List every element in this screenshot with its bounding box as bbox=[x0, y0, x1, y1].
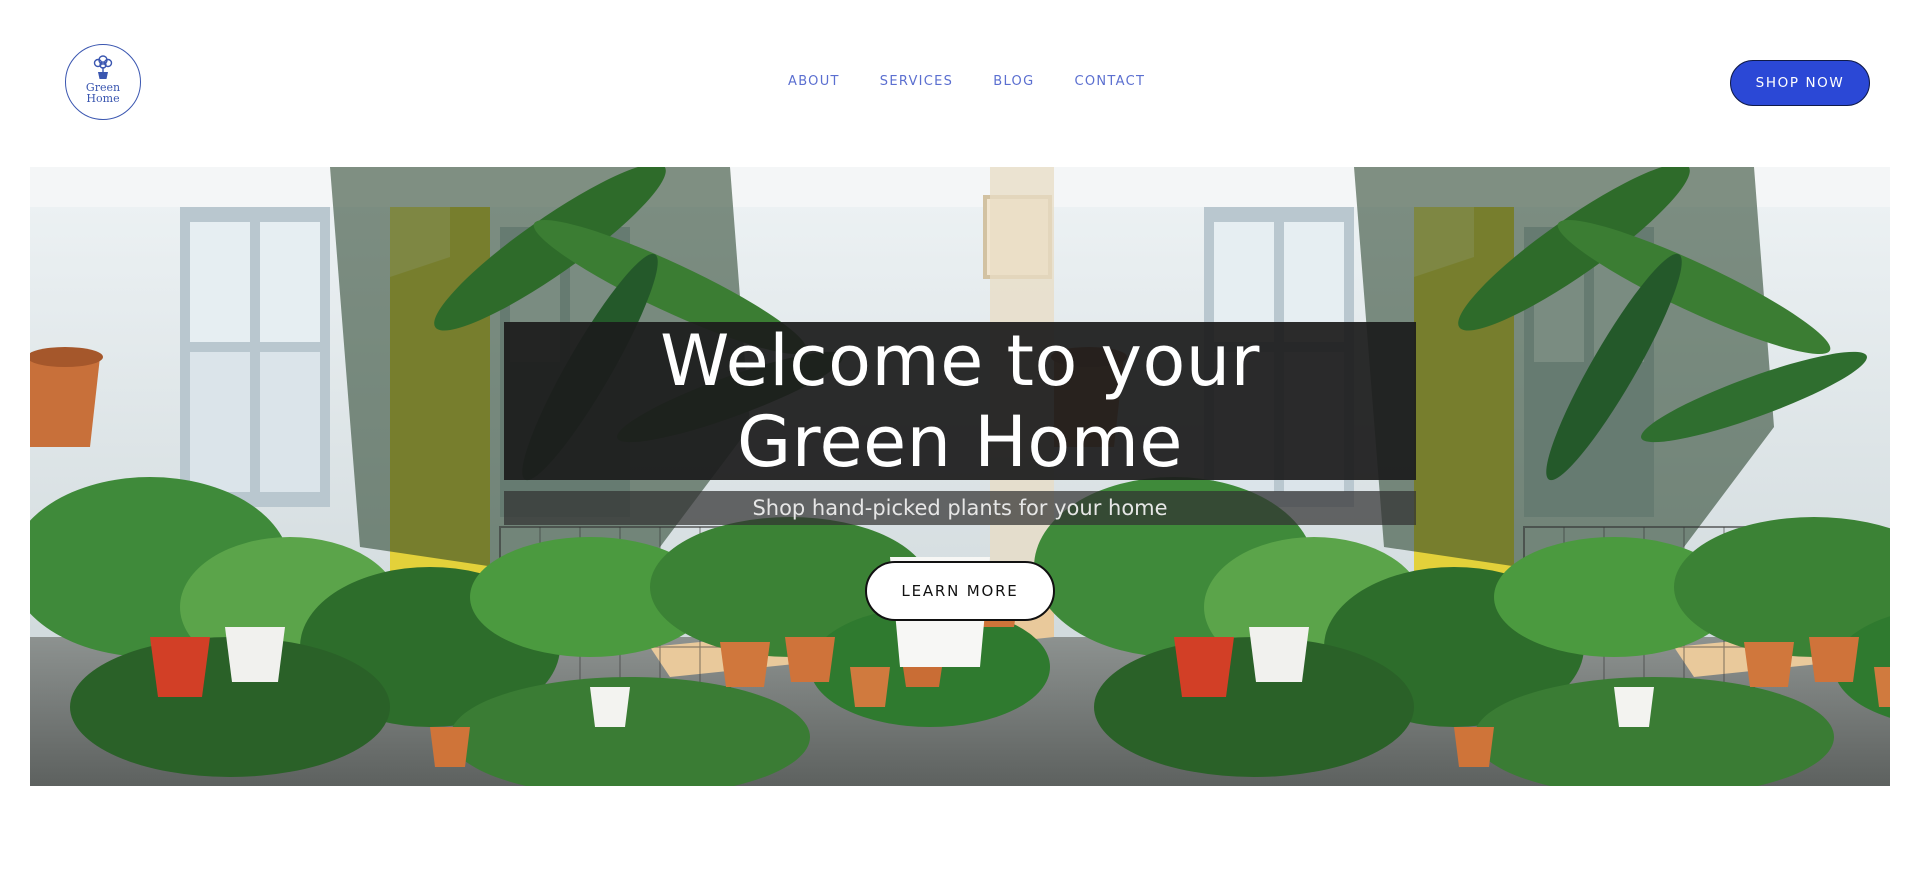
nav-item-contact[interactable]: CONTACT bbox=[1074, 74, 1145, 89]
nav-item-about[interactable]: ABOUT bbox=[788, 74, 840, 89]
shop-now-button[interactable]: SHOP NOW bbox=[1730, 60, 1870, 106]
nav-item-services[interactable]: SERVICES bbox=[880, 74, 953, 89]
main-nav: ABOUT SERVICES BLOG CONTACT bbox=[788, 74, 1145, 89]
hero-title-line1: Welcome to your bbox=[660, 320, 1260, 402]
nav-item-blog[interactable]: BLOG bbox=[993, 74, 1034, 89]
hero-title-line2: Green Home bbox=[737, 401, 1183, 483]
brand-logo[interactable]: Green Home bbox=[65, 44, 141, 120]
hero-section: Welcome to your Green Home Shop hand-pic… bbox=[30, 167, 1890, 786]
potted-plant-icon bbox=[93, 55, 113, 79]
hero-subtitle: Shop hand-picked plants for your home bbox=[752, 496, 1168, 520]
brand-name-line2: Home bbox=[86, 92, 120, 105]
hero-title: Welcome to your Green Home bbox=[504, 321, 1416, 483]
learn-more-button[interactable]: LEARN MORE bbox=[865, 561, 1055, 621]
